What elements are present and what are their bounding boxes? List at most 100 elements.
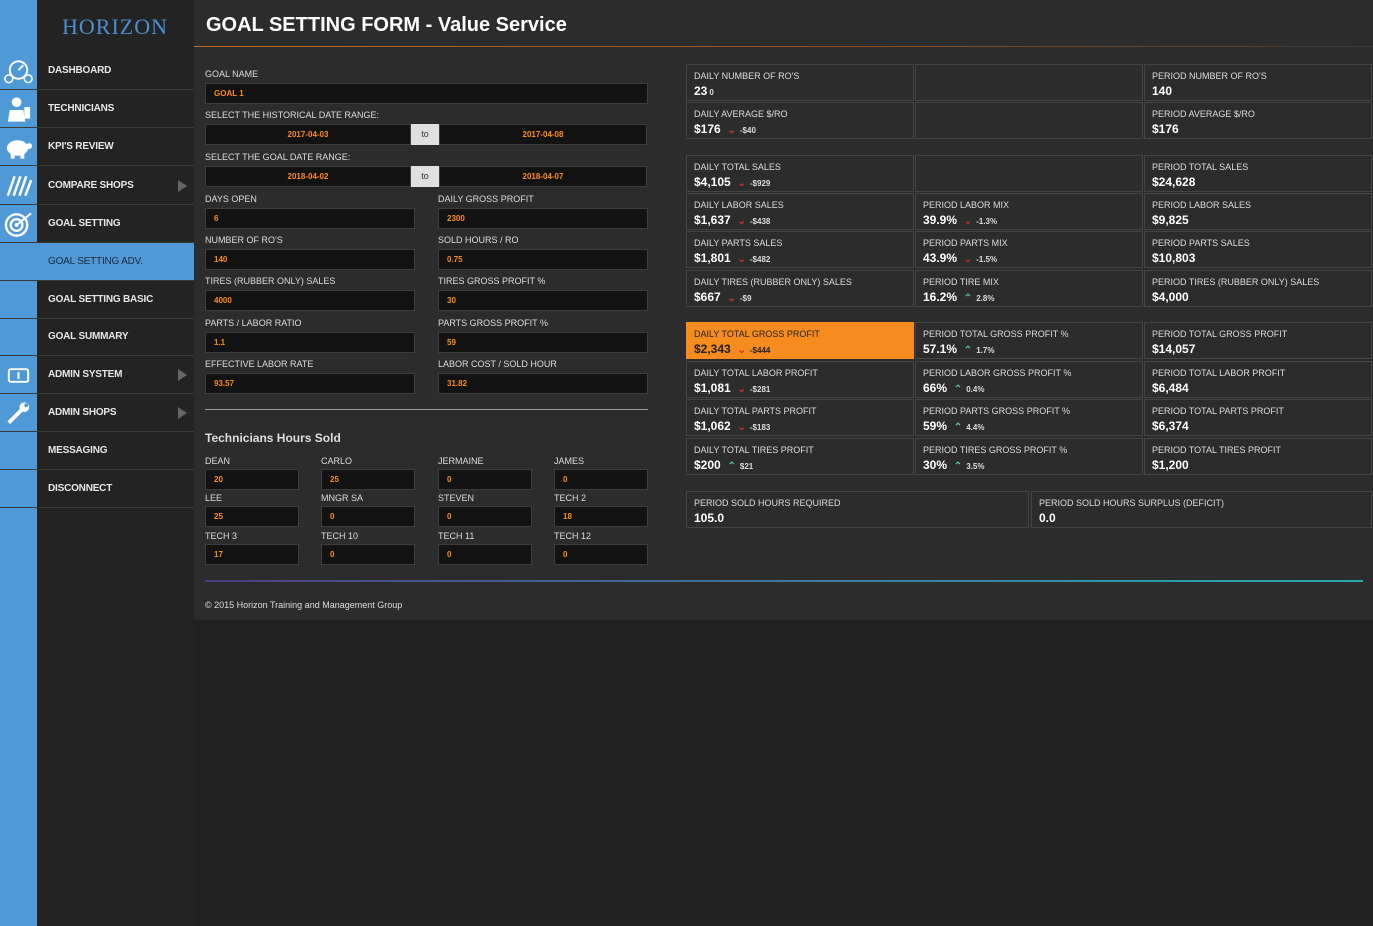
- kpi-value: $176: [694, 122, 721, 136]
- kpi-value-row: 16.2% ⌃ 2.8%: [923, 290, 994, 304]
- technician-name: TECH 10: [321, 531, 359, 541]
- days-open-input[interactable]: 6: [205, 208, 415, 229]
- technician-hours-input[interactable]: 0: [321, 506, 415, 527]
- kpi-value-row: $6,374: [1152, 419, 1189, 433]
- goal-name-input[interactable]: GOAL 1: [205, 83, 648, 104]
- daily-gross-profit-input[interactable]: 2300: [438, 208, 648, 229]
- trend-down-icon: ⌄: [734, 384, 746, 395]
- trend-down-icon: ⌄: [961, 254, 973, 265]
- kpi-value-row: $6,484: [1152, 381, 1189, 395]
- nav-item-goal-setting[interactable]: GOAL SETTING: [0, 205, 194, 243]
- technician-name: TECH 3: [205, 531, 238, 541]
- technician-hours-input[interactable]: 0: [554, 544, 648, 565]
- technician-hours-input[interactable]: 17: [205, 544, 299, 565]
- nav-item-label: COMPARE SHOPS: [48, 180, 134, 191]
- historical-to-input[interactable]: 2017-04-08: [439, 124, 647, 145]
- technician-hours-input[interactable]: 18: [554, 506, 648, 527]
- kpi-label: DAILY TOTAL SALES: [694, 162, 781, 172]
- nav-item-disconnect[interactable]: DISCONNECT: [0, 470, 194, 508]
- kpi-delta: -$183: [749, 423, 771, 432]
- nav-item-technicians[interactable]: TECHNICIANS: [0, 90, 194, 128]
- piggy-bank-icon: [3, 133, 34, 161]
- nav-item-admin-system[interactable]: ADMIN SYSTEM: [0, 356, 194, 394]
- kpi-value: $1,801: [694, 251, 731, 265]
- kpi-card-blank: [915, 64, 1143, 101]
- kpi-card-daily-average-ro: DAILY AVERAGE $/RO $176 ⌄ -$40: [686, 102, 914, 139]
- technician-hours-input[interactable]: 25: [321, 469, 415, 490]
- kpi-label: PERIOD TOTAL PARTS PROFIT: [1152, 406, 1284, 416]
- kpi-delta: 0: [709, 88, 714, 97]
- nav-item-label: MESSAGING: [48, 445, 108, 456]
- technician-hours-input[interactable]: 0: [438, 506, 532, 527]
- kpi-value-row: 105.0: [694, 511, 724, 525]
- kpi-value: $176: [1152, 122, 1179, 136]
- kpi-card-period-tires-rubber-only-sales: PERIOD TIRES (RUBBER ONLY) SALES $4,000: [1144, 270, 1372, 307]
- parts-labor-ratio-input[interactable]: 1.1: [205, 331, 415, 353]
- nav-item-label: DASHBOARD: [48, 65, 112, 76]
- technician-hours-input[interactable]: 0: [554, 469, 648, 490]
- kpi-value: $10,803: [1152, 251, 1196, 265]
- number-of-ro-s-input[interactable]: 140: [205, 249, 415, 271]
- kpi-value-row: 66% ⌃ 0.4%: [923, 381, 984, 395]
- nav-item-kpi-s-review[interactable]: KPI'S REVIEW: [0, 128, 194, 166]
- kpi-label: PERIOD TOTAL GROSS PROFIT %: [923, 329, 1069, 339]
- nav-item-goal-summary[interactable]: GOAL SUMMARY: [0, 318, 194, 356]
- tires-gross-profit-input[interactable]: 30: [438, 290, 648, 312]
- kpi-value: 59%: [923, 419, 948, 433]
- kpi-label: PERIOD TIRES (RUBBER ONLY) SALES: [1152, 277, 1320, 287]
- nav-item-messaging[interactable]: MESSAGING: [0, 432, 194, 470]
- kpi-label: PERIOD TOTAL TIRES PROFIT: [1152, 445, 1282, 455]
- kpi-value: 23: [694, 84, 708, 98]
- sold-hours-ro-input[interactable]: 0.75: [438, 249, 648, 271]
- kpi-label: PERIOD TOTAL GROSS PROFIT: [1152, 329, 1288, 339]
- target-icon: [3, 210, 34, 238]
- technician-hours-input[interactable]: 20: [205, 469, 299, 490]
- trend-up-icon: ⌃: [951, 461, 963, 472]
- historical-from-input[interactable]: 2017-04-03: [205, 124, 411, 145]
- goal-from-input[interactable]: 2018-04-02: [205, 166, 411, 187]
- effective-labor-rate-label: EFFECTIVE LABOR RATE: [205, 358, 314, 369]
- tires-rubber-only-sales-input[interactable]: 4000: [205, 290, 415, 312]
- technician-hours-input[interactable]: 0: [321, 544, 415, 565]
- kpi-label: DAILY TIRES (RUBBER ONLY) SALES: [694, 277, 852, 287]
- nav-item-admin-shops[interactable]: ADMIN SHOPS: [0, 394, 194, 432]
- technician-hours-input[interactable]: 0: [438, 469, 532, 490]
- kpi-card-daily-tires-rubber-only-sales: DAILY TIRES (RUBBER ONLY) SALES $667 ⌄ -$9: [686, 270, 914, 307]
- kpi-value-row: 57.1% ⌃ 1.7%: [923, 342, 994, 356]
- kpi-card-period-total-gross-profit: PERIOD TOTAL GROSS PROFIT % 57.1% ⌃ 1.7%: [915, 322, 1143, 359]
- kpi-card-period-labor-sales: PERIOD LABOR SALES $9,825: [1144, 193, 1372, 230]
- kpi-value: 105.0: [694, 511, 725, 525]
- brand-logo: HORIZON: [62, 14, 168, 39]
- nav-item-label: KPI'S REVIEW: [48, 141, 114, 152]
- kpi-label: PERIOD AVERAGE $/RO: [1152, 109, 1255, 119]
- kpi-card-period-labor-gross-profit: PERIOD LABOR GROSS PROFIT % 66% ⌃ 0.4%: [915, 361, 1143, 398]
- kpi-card-daily-total-tires-profit: DAILY TOTAL TIRES PROFIT $200 ⌃ $21: [686, 438, 914, 475]
- technician-hours-input[interactable]: 0: [438, 544, 532, 565]
- technician-hours-input[interactable]: 25: [205, 506, 299, 527]
- kpi-value-row: $24,628: [1152, 175, 1195, 189]
- kpi-card-period-sold-hours-surplus-deficit: PERIOD SOLD HOURS SURPLUS (DEFICIT) 0.0: [1031, 491, 1372, 528]
- nav-item-goal-setting-basic[interactable]: GOAL SETTING BASIC: [0, 281, 194, 319]
- kpi-card-period-average-ro: PERIOD AVERAGE $/RO $176: [1144, 102, 1372, 139]
- effective-labor-rate-input[interactable]: 93.57: [205, 372, 415, 394]
- technician-name: JERMAINE: [438, 456, 484, 466]
- kpi-value-row: $1,062 ⌄ -$183: [694, 419, 770, 433]
- technician-name: MNGR SA: [321, 493, 364, 503]
- footer-copyright: © 2015 Horizon Training and Management G…: [205, 600, 403, 610]
- parts-gross-profit-input[interactable]: 59: [438, 331, 648, 353]
- trend-down-icon: ⌄: [734, 178, 746, 189]
- technician-name: JAMES: [554, 456, 585, 466]
- kpi-delta: 3.5%: [966, 462, 985, 471]
- nav-item-label: GOAL SETTING: [48, 218, 121, 229]
- kpi-value-row: 30% ⌃ 3.5%: [923, 458, 984, 472]
- kpi-card-period-sold-hours-required: PERIOD SOLD HOURS REQUIRED 105.0: [686, 491, 1029, 528]
- nav-item-compare-shops[interactable]: COMPARE SHOPS: [0, 167, 194, 205]
- technician-name: TECH 11: [438, 531, 475, 541]
- labor-cost-sold-hour-input[interactable]: 31.82: [438, 372, 648, 394]
- kpi-value: 66%: [923, 381, 948, 395]
- nav-item-goal-setting-adv[interactable]: GOAL SETTING ADV.: [0, 243, 194, 281]
- nav-item-dashboard[interactable]: DASHBOARD: [0, 52, 194, 90]
- kpi-value: $9,825: [1152, 213, 1189, 227]
- kpi-value: 43.9%: [923, 251, 958, 265]
- goal-to-input[interactable]: 2018-04-07: [439, 166, 647, 187]
